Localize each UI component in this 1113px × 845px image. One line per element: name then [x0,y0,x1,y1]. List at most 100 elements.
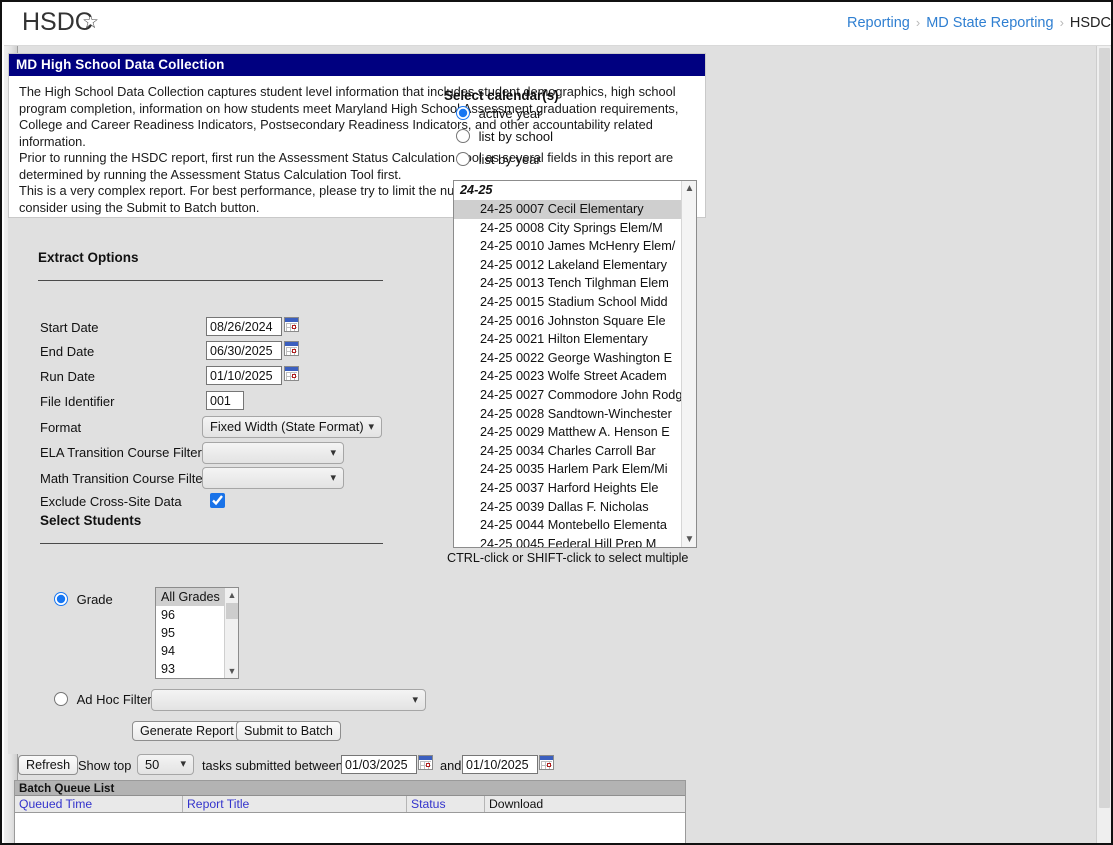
calendar-option[interactable]: 24-25 0016 Johnston Square Ele [454,312,696,331]
calendar-option[interactable]: 24-25 0045 Federal Hill Prep M [454,535,696,547]
batch-queue-section: Refresh Show top 50 ▾ tasks submitted be… [8,754,706,843]
calendar-option[interactable]: 24-25 0044 Montebello Elementa [454,516,696,535]
browser-frame: HSDC ☆ Reporting › MD State Reporting › HSDC… [0,0,1113,845]
format-label: Format [40,420,82,435]
submit-to-batch-button[interactable]: Submit to Batch [236,721,341,741]
calendar-mode-list-by-year[interactable]: list by year [456,152,553,175]
refresh-button[interactable]: Refresh [18,755,79,775]
active-year-radio[interactable] [456,106,470,120]
calendar-option[interactable]: 24-25 0023 Wolfe Street Academ [454,367,696,386]
chevron-down-icon[interactable]: ▼ [682,532,696,547]
calendar-option[interactable]: 24-25 0037 Harford Heights Ele [454,479,696,498]
calendar-option[interactable]: 24-25 0012 Lakeland Elementary [454,256,696,275]
run-date-input[interactable] [206,366,282,385]
calendar-option[interactable]: 24-25 0007 Cecil Elementary [454,200,696,219]
breadcrumb-item-reporting[interactable]: Reporting [847,15,910,31]
extract-options-heading: Extract Options [38,250,139,265]
batch-queue-header-row: Queued Time Report Title Status Download [15,796,685,813]
grade-radio-row[interactable]: Grade [54,592,113,607]
math-transition-course-filter-label: Math Transition Course Filter [40,471,207,486]
list-by-year-radio[interactable] [456,152,470,166]
calendar-option[interactable]: 24-25 0027 Commodore John Rodg [454,386,696,405]
chevron-right-icon: › [915,15,921,30]
list-by-school-label: list by school [478,129,554,144]
breadcrumb: Reporting › MD State Reporting › HSDC [847,15,1111,31]
batch-queue-body [15,813,685,843]
adhoc-filter-select[interactable]: ▾ [151,689,426,711]
grade-radio-label: Grade [76,592,113,607]
calendar-icon[interactable] [284,317,299,332]
calendar-option[interactable]: 24-25 0022 George Washington E [454,349,696,368]
calendar-listbox[interactable]: 24-25 24-25 0007 Cecil Elementary 24-25 … [453,180,697,548]
star-icon[interactable]: ☆ [82,13,99,32]
column-header-status[interactable]: Status [407,796,485,812]
exclude-cross-site-data-checkbox[interactable] [210,493,225,508]
calendar-multiselect-hint: CTRL-click or SHIFT-click to select mult… [447,551,689,565]
grade-listbox[interactable]: All Grades 96 95 94 93 ▲ ▼ [155,587,239,679]
calendar-icon[interactable] [418,755,433,770]
breadcrumb-item-md-state-reporting[interactable]: MD State Reporting [926,15,1053,31]
show-top-select[interactable]: 50 ▾ [137,754,194,775]
grade-listbox-scrollbar[interactable]: ▲ ▼ [224,588,238,678]
calendar-option[interactable]: 24-25 0021 Hilton Elementary [454,330,696,349]
calendar-listbox-scrollbar[interactable]: ▲ ▼ [681,181,696,547]
batch-to-date-input[interactable] [462,755,538,774]
select-students-heading: Select Students [40,513,142,528]
scrollbar-thumb[interactable] [226,603,238,619]
batch-queue-table: Batch Queue List Queued Time Report Titl… [14,780,686,843]
chevron-down-icon: ▾ [330,472,336,484]
chevron-right-icon: › [1059,15,1064,30]
calendar-option[interactable]: 24-25 0008 City Springs Elem/M [454,219,696,238]
page-body: MD High School Data Collection The High … [4,46,1111,843]
select-students-divider [40,543,383,544]
calendar-icon[interactable] [539,755,554,770]
show-top-value: 50 [145,757,160,772]
calendar-mode-list-by-school[interactable]: list by school [456,129,553,152]
calendar-icon[interactable] [284,341,299,356]
calendar-icon[interactable] [284,366,299,381]
run-date-label: Run Date [40,369,95,384]
page-scrollbar[interactable] [1096,46,1111,843]
scrollbar-thumb[interactable] [1099,48,1110,808]
batch-from-date-input[interactable] [341,755,417,774]
app-header: HSDC ☆ Reporting › MD State Reporting › HSDC [4,2,1111,46]
calendar-group-label: 24-25 [460,183,493,197]
report-description-title: MD High School Data Collection [9,54,705,76]
calendar-option[interactable]: 24-25 0029 Matthew A. Henson E [454,423,696,442]
math-transition-course-filter-select[interactable]: ▾ [202,467,344,489]
start-date-label: Start Date [40,320,99,335]
column-header-queued-time[interactable]: Queued Time [15,796,183,812]
calendar-mode-active-year[interactable]: active year [456,106,553,129]
tasks-submitted-between-label: tasks submitted between [202,758,343,773]
calendar-option[interactable]: 24-25 0035 Harlem Park Elem/Mi [454,460,696,479]
format-select-value: Fixed Width (State Format) [210,419,364,434]
calendar-option[interactable]: 24-25 0034 Charles Carroll Bar [454,442,696,461]
end-date-input[interactable] [206,341,282,360]
format-select[interactable]: Fixed Width (State Format) ▾ [202,416,382,438]
chevron-up-icon[interactable]: ▲ [682,181,696,196]
description-paragraph: Prior to running the HSDC report, first … [19,150,674,182]
column-header-report-title[interactable]: Report Title [183,796,407,812]
grade-radio[interactable] [54,592,68,606]
adhoc-filter-radio[interactable] [54,692,68,706]
calendar-option[interactable]: 24-25 0010 James McHenry Elem/ [454,237,696,256]
file-identifier-input[interactable] [206,391,244,410]
calendar-option[interactable]: 24-25 0013 Tench Tilghman Elem [454,274,696,293]
chevron-down-icon[interactable]: ▼ [225,664,238,678]
chevron-up-icon[interactable]: ▲ [225,588,238,602]
calendar-option[interactable]: 24-25 0039 Dallas F. Nicholas [454,498,696,517]
adhoc-filter-label: Ad Hoc Filter [76,692,152,707]
list-by-school-radio[interactable] [456,129,470,143]
calendar-option[interactable]: 24-25 0015 Stadium School Midd [454,293,696,312]
end-date-label: End Date [40,344,95,359]
batch-queue-list-title: Batch Queue List [15,781,685,796]
exclude-cross-site-data-label: Exclude Cross-Site Data [40,494,182,509]
generate-report-button[interactable]: Generate Report [132,721,242,741]
ela-transition-course-filter-select[interactable]: ▾ [202,442,344,464]
select-calendars-heading: Select calendar(s) [444,88,559,103]
start-date-input[interactable] [206,317,282,336]
adhoc-filter-radio-row[interactable]: Ad Hoc Filter [54,692,152,707]
chevron-down-icon: ▾ [330,447,336,459]
and-label: and [440,758,462,773]
calendar-option[interactable]: 24-25 0028 Sandtown-Winchester [454,405,696,424]
